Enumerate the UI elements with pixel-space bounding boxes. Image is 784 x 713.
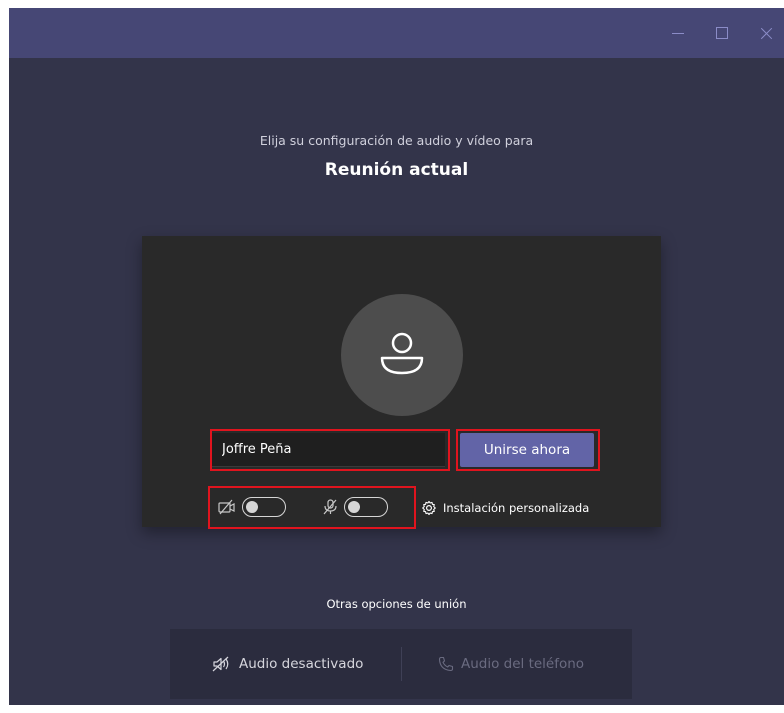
other-join-options-label: Otras opciones de unión [326,597,467,611]
preview-card: Unirse ahora [142,236,661,529]
minimize-icon [672,32,684,34]
video-toggle[interactable] [242,497,286,517]
close-button[interactable] [744,8,784,58]
audio-off-label: Audio desactivado [239,656,364,672]
audio-off-option[interactable]: Audio desactivado [212,629,363,699]
custom-setup-label: Instalación personalizada [443,501,590,515]
avatar [341,294,463,416]
minimize-button[interactable] [656,8,700,58]
gear-icon [422,500,436,516]
setup-subtitle: Elija su configuración de audio y vídeo … [259,133,534,148]
custom-setup-button[interactable]: Instalación personalizada [421,494,589,522]
join-now-button[interactable]: Unirse ahora [460,433,594,467]
maximize-button[interactable] [700,8,744,58]
close-icon [760,27,773,40]
maximize-icon [716,27,728,39]
mic-toggle-knob [348,501,360,513]
mic-control [322,494,402,522]
mic-off-icon [323,499,337,515]
mic-toggle[interactable] [344,497,388,517]
title-bar [9,8,784,58]
video-control [214,494,294,522]
video-toggle-knob [246,501,258,513]
teams-prejoin-window: Elija su configuración de audio y vídeo … [9,8,784,705]
meeting-title: Reunión actual [324,160,469,180]
options-divider [401,647,402,681]
phone-audio-label: Audio del teléfono [461,656,585,672]
name-input[interactable] [212,433,445,467]
camera-off-icon [218,499,235,515]
person-icon [380,332,424,375]
phone-icon [438,656,454,672]
phone-audio-option[interactable]: Audio del teléfono [438,629,584,699]
join-options-bar: Audio desactivado Audio del teléfono [170,629,632,699]
speaker-off-icon [212,656,229,672]
